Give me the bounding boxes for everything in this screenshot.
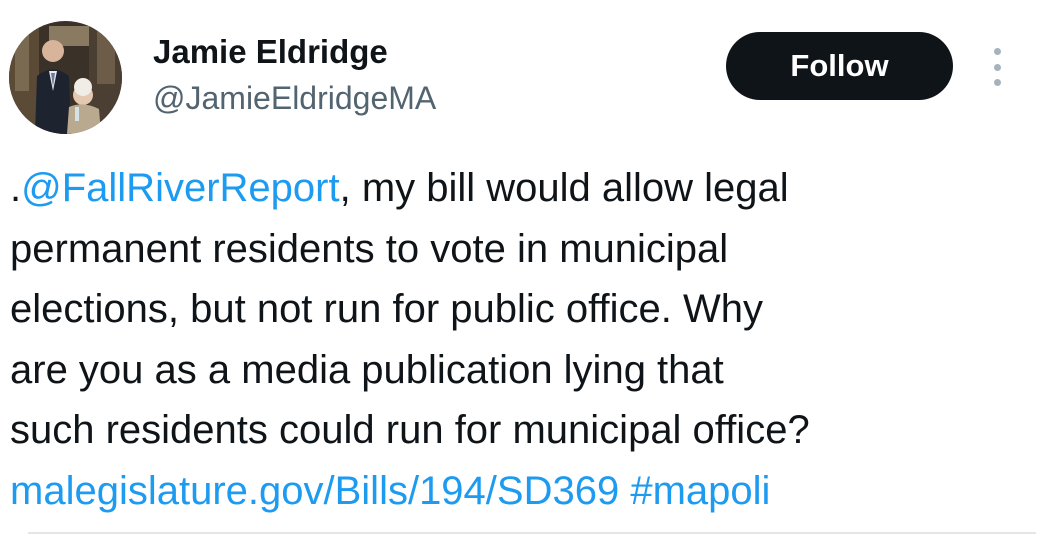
tweet-line-3: elections, but not run for public office… — [10, 287, 763, 331]
tweet-line-1-rest: , my bill would allow legal — [339, 166, 789, 210]
follow-button[interactable]: Follow — [726, 32, 953, 100]
more-dot — [993, 63, 1001, 71]
tweet-line-5: such residents could run for municipal o… — [10, 408, 810, 452]
tweet-line-1: .@FallRiverReport, my bill would allow l… — [10, 158, 1040, 219]
author-handle[interactable]: @JamieEldridgeMA — [153, 80, 436, 116]
bill-url-link[interactable]: malegislature.gov/Bills/194/SD369 — [10, 469, 619, 513]
more-dot — [993, 79, 1001, 86]
mention-link[interactable]: @FallRiverReport — [21, 166, 339, 210]
tweet-text: .@FallRiverReport, my bill would allow l… — [10, 158, 1040, 521]
tweet-prefix: . — [10, 166, 22, 210]
divider — [28, 532, 1036, 534]
author-display-name[interactable]: Jamie Eldridge — [153, 33, 388, 71]
tweet-card: Jamie Eldridge @JamieEldridgeMA Follow .… — [0, 0, 1054, 538]
hashtag-link[interactable]: #mapoli — [630, 469, 770, 513]
tweet-line-6: malegislature.gov/Bills/194/SD369 #mapol… — [10, 461, 1040, 522]
more-dot — [993, 48, 1001, 55]
author-avatar[interactable] — [9, 21, 122, 134]
more-options-icon[interactable] — [986, 48, 1008, 86]
avatar-photo — [9, 21, 122, 134]
tweet-line-2: permanent residents to vote in municipal — [10, 226, 729, 271]
tweet-line-4: are you as a media publication lying tha… — [10, 347, 724, 392]
